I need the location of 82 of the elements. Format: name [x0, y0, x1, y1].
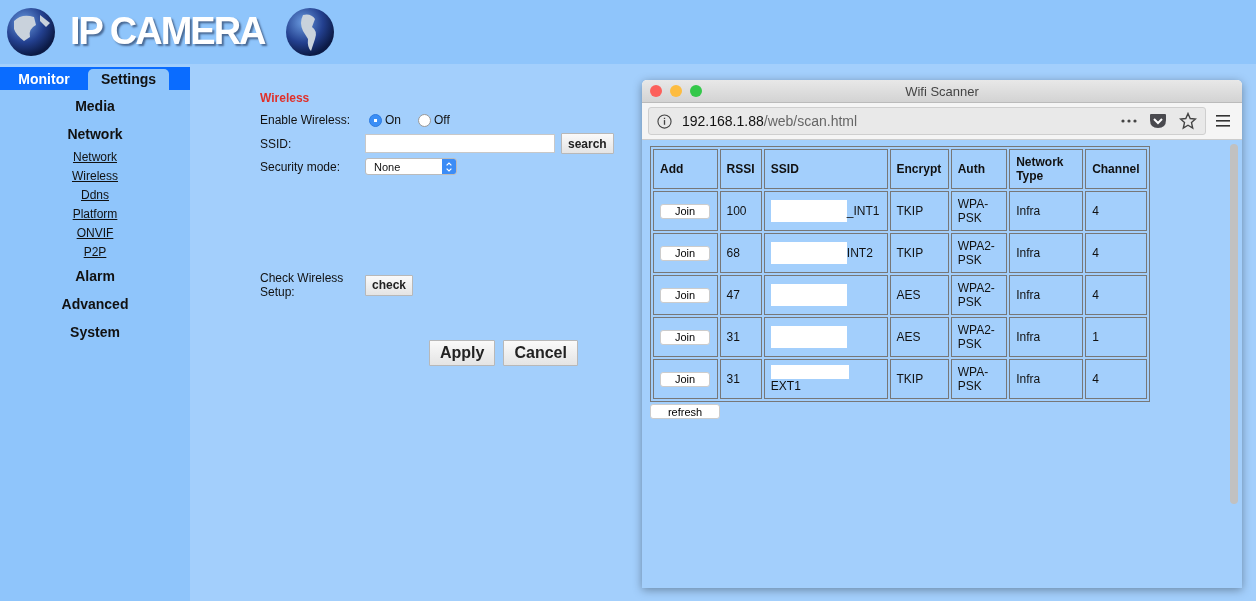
field-label: Enable Wireless:	[260, 113, 352, 127]
table-cell-text: WPA-PSK	[957, 365, 990, 393]
info-icon[interactable]	[657, 113, 672, 129]
table-cell: 31	[719, 359, 762, 399]
radio-button[interactable]	[369, 113, 382, 127]
more-icon[interactable]	[1121, 119, 1137, 123]
menu-link[interactable]: Network	[73, 148, 117, 167]
join-button[interactable]: Join	[660, 203, 710, 219]
table-cell: Infra	[1009, 275, 1084, 315]
join-button[interactable]: Join	[660, 245, 710, 261]
column-header: SSID	[763, 149, 888, 189]
join-button[interactable]: Join	[660, 287, 710, 303]
table-cell: 4	[1085, 191, 1147, 231]
table-cell: 68	[719, 233, 762, 273]
table-cell: 47	[719, 275, 762, 315]
window-title: Wifi Scanner	[904, 83, 980, 99]
table-cell: Infra	[1009, 317, 1084, 357]
table-cell: TKIP	[889, 359, 949, 399]
action-button[interactable]: Apply	[429, 340, 496, 366]
column-header: Network Type	[1009, 149, 1084, 189]
refresh-button[interactable]: refresh	[650, 404, 720, 419]
table-cell: INT2	[846, 246, 873, 260]
address-bar[interactable]: 192.168.1.88/web/scan.html	[648, 107, 1206, 135]
table-cell-text: WPA2-PSK	[957, 239, 996, 267]
tab[interactable]: Monitor	[0, 69, 88, 90]
logo-title: IP CAMERA	[70, 9, 267, 54]
field-label: Security mode:	[260, 159, 342, 174]
action-button[interactable]: Cancel	[503, 340, 578, 366]
table-cell: _INT1	[846, 204, 880, 218]
menu-link[interactable]: Platform	[72, 205, 118, 224]
check-button[interactable]: check	[365, 274, 414, 296]
column-header: Channel	[1085, 149, 1147, 189]
menu-link[interactable]: P2P	[83, 243, 107, 262]
globe-icon	[284, 7, 335, 57]
radio-label: Off	[434, 113, 450, 127]
join-button[interactable]: Join	[660, 371, 710, 387]
field-label: SSID:	[260, 136, 293, 151]
table-cell-text: WPA-PSK	[957, 197, 990, 225]
menu-item[interactable]: Network	[67, 120, 123, 148]
window-control-icon[interactable]	[650, 85, 662, 97]
radio-button[interactable]	[418, 113, 431, 127]
pocket-icon[interactable]	[1149, 113, 1167, 129]
table-cell: TKIP	[889, 233, 949, 273]
table-cell: 4	[1085, 275, 1147, 315]
column-header: Auth	[950, 149, 1008, 189]
menu-link[interactable]: Ddns	[81, 186, 109, 205]
table-cell: 100	[719, 191, 762, 231]
table-cell: Infra	[1009, 191, 1084, 231]
menu-item[interactable]: Alarm	[75, 262, 115, 290]
table-cell: Infra	[1009, 359, 1084, 399]
ssid-field[interactable]	[365, 134, 555, 153]
field-label: Check Wireless Setup:	[260, 271, 345, 299]
table-cell: AES	[889, 317, 949, 357]
menu-item[interactable]: System	[70, 318, 120, 346]
menu-link[interactable]: ONVIF	[76, 224, 114, 243]
url-text: 192.168.1.88/web/scan.html	[682, 113, 859, 129]
table-cell: TKIP	[889, 191, 949, 231]
radio-label: On	[385, 113, 401, 127]
join-button[interactable]: Join	[660, 329, 710, 345]
security-dropdown[interactable]: None	[365, 158, 457, 175]
table-cell-text: WPA2-PSK	[957, 281, 996, 309]
table-cell: 4	[1085, 359, 1147, 399]
table-cell: AES	[889, 275, 949, 315]
globe-icon	[6, 7, 56, 57]
table-cell: EXT1	[770, 379, 801, 393]
tab[interactable]: Settings	[88, 69, 169, 90]
search-button[interactable]: search	[561, 133, 614, 154]
menu-item[interactable]: Advanced	[61, 290, 129, 318]
menu-icon[interactable]	[1216, 115, 1230, 127]
table-cell: 1	[1085, 317, 1147, 357]
menu-link[interactable]: Wireless	[72, 167, 118, 186]
bookmark-star-icon[interactable]	[1179, 112, 1197, 130]
table-cell: Infra	[1009, 233, 1084, 273]
column-header: Encrypt	[889, 149, 949, 189]
table-cell: 31	[719, 317, 762, 357]
scrollbar[interactable]	[1230, 144, 1238, 504]
table-cell: 4	[1085, 233, 1147, 273]
column-header: RSSI	[719, 149, 762, 189]
table-cell-text: WPA2-PSK	[957, 323, 996, 351]
section-title: Wireless	[260, 91, 310, 105]
column-header: Add	[653, 149, 718, 189]
menu-item[interactable]: Media	[75, 92, 115, 120]
